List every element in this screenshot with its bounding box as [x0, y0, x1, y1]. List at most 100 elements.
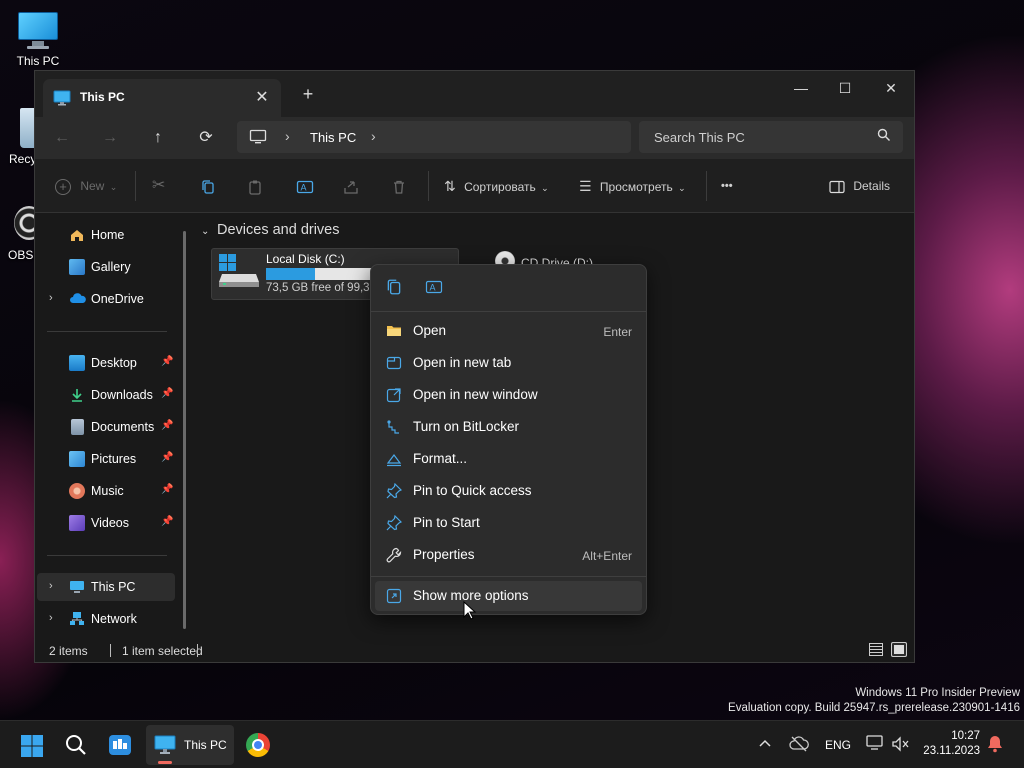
- pictures-icon: [69, 451, 85, 467]
- watermark-line-1: Windows 11 Pro Insider Preview: [855, 687, 1020, 699]
- chevron-up-icon[interactable]: [758, 735, 772, 751]
- tiles-view-icon[interactable]: [891, 642, 907, 657]
- sidebar-item-pictures[interactable]: Pictures 📌: [37, 445, 175, 473]
- clock[interactable]: 10:27 23.11.2023: [920, 729, 980, 759]
- notification-bell-icon[interactable]: [987, 735, 1003, 756]
- maximize-button[interactable]: ☐: [822, 73, 868, 103]
- context-menu: A Open Enter Open in new tab Open in new…: [370, 264, 647, 615]
- minimize-button[interactable]: —: [778, 73, 824, 103]
- command-bar: + New ⌄ ✂ A ⇅ Сортировать ⌄ ☰ Просмотрет: [35, 159, 914, 213]
- pin-icon: [386, 482, 403, 499]
- pin-icon[interactable]: 📌: [161, 452, 173, 463]
- menu-item-label: Open: [413, 323, 447, 338]
- monitor-icon: [154, 735, 176, 758]
- sidebar-item-desktop[interactable]: Desktop 📌: [37, 349, 175, 377]
- menu-item-open[interactable]: Open Enter: [375, 316, 642, 346]
- details-button[interactable]: Details: [829, 174, 893, 198]
- sidebar-scrollbar[interactable]: [183, 231, 186, 629]
- hard-drive-icon: [217, 252, 261, 290]
- home-icon: [69, 227, 85, 243]
- monitor-icon: [69, 579, 85, 595]
- menu-item-properties[interactable]: Properties Alt+Enter: [375, 540, 642, 570]
- copy-icon[interactable]: [385, 278, 405, 298]
- new-button[interactable]: + New ⌄: [55, 174, 119, 198]
- sort-button[interactable]: ⇅ Сортировать ⌄: [444, 174, 564, 198]
- forward-button[interactable]: →: [95, 124, 125, 152]
- refresh-button[interactable]: ⟳: [191, 124, 221, 152]
- chevron-right-icon[interactable]: ›: [49, 612, 59, 624]
- language-indicator[interactable]: ENG: [825, 738, 851, 752]
- sidebar-item-gallery[interactable]: Gallery: [37, 253, 175, 281]
- format-icon: [386, 451, 402, 467]
- chevron-right-icon[interactable]: ›: [49, 292, 59, 304]
- menu-item-label: Pin to Start: [413, 515, 480, 530]
- sidebar-item-this-pc[interactable]: › This PC: [37, 573, 175, 601]
- rename-button[interactable]: A: [296, 174, 316, 198]
- sidebar-item-videos[interactable]: Videos 📌: [37, 509, 175, 537]
- folder-icon: [386, 323, 402, 339]
- chevron-right-icon[interactable]: ›: [49, 580, 59, 592]
- paste-button[interactable]: [247, 174, 267, 198]
- desktop-icon-this-pc[interactable]: This PC: [6, 10, 70, 68]
- start-button[interactable]: [14, 725, 50, 765]
- menu-item-turn-on-bitlocker[interactable]: Turn on BitLocker: [375, 412, 642, 442]
- drive-name: Local Disk (C:): [266, 252, 345, 266]
- pin-icon[interactable]: 📌: [161, 516, 173, 527]
- windows-watermark: Windows 11 Pro Insider Preview Evaluatio…: [728, 686, 1020, 716]
- widgets-button[interactable]: [102, 725, 138, 765]
- tab-this-pc[interactable]: This PC ✕: [43, 79, 281, 117]
- sidebar-item-documents[interactable]: Documents 📌: [37, 413, 175, 441]
- plus-circle-icon: +: [55, 178, 71, 195]
- sidebar-item-label: Desktop: [91, 356, 137, 370]
- delete-button[interactable]: [391, 174, 411, 198]
- taskbar-app-label: This PC: [184, 738, 227, 752]
- sidebar-item-network[interactable]: › Network: [37, 605, 175, 633]
- cut-button[interactable]: ✂: [152, 174, 172, 198]
- breadcrumb-separator[interactable]: ›: [371, 128, 376, 144]
- copy-button[interactable]: [200, 174, 220, 198]
- volume-muted-icon[interactable]: [891, 736, 909, 755]
- menu-item-open-in-new-tab[interactable]: Open in new tab: [375, 348, 642, 378]
- view-button[interactable]: ☰ Просмотреть ⌄: [579, 174, 705, 198]
- details-view-icon[interactable]: [869, 643, 883, 656]
- sidebar-item-label: OneDrive: [91, 292, 144, 306]
- sidebar-item-onedrive[interactable]: › OneDrive: [37, 285, 175, 313]
- pin-icon[interactable]: 📌: [161, 420, 173, 431]
- sidebar-item-home[interactable]: Home: [37, 221, 175, 249]
- search-button[interactable]: [58, 725, 94, 765]
- menu-item-show-more-options[interactable]: Show more options: [375, 581, 642, 611]
- menu-item-pin-to-quick-access[interactable]: Pin to Quick access: [375, 476, 642, 506]
- new-tab-button[interactable]: +: [297, 83, 319, 105]
- cloud-offline-icon[interactable]: [789, 736, 809, 755]
- chevron-down-icon: ⌄: [541, 183, 549, 193]
- menu-item-open-in-new-window[interactable]: Open in new window: [375, 380, 642, 410]
- sidebar-item-label: Gallery: [91, 260, 131, 274]
- pin-icon[interactable]: 📌: [161, 388, 173, 399]
- search-input[interactable]: Search This PC: [639, 121, 903, 153]
- sidebar-item-music[interactable]: Music 📌: [37, 477, 175, 505]
- up-button[interactable]: ↑: [143, 124, 173, 152]
- navigation-pane: Home Gallery › OneDrive Desktop 📌 Downlo…: [35, 214, 193, 634]
- sort-icon: ⇅: [444, 178, 456, 194]
- taskbar-app-chrome[interactable]: [240, 725, 276, 765]
- network-status-icon[interactable]: [866, 735, 884, 754]
- share-button[interactable]: [343, 174, 363, 198]
- more-options-button[interactable]: •••: [721, 174, 741, 198]
- menu-item-pin-to-start[interactable]: Pin to Start: [375, 508, 642, 538]
- gallery-icon: [69, 259, 85, 275]
- pin-icon[interactable]: 📌: [161, 356, 173, 367]
- breadcrumb-this-pc[interactable]: This PC: [310, 130, 356, 145]
- close-window-button[interactable]: ✕: [868, 73, 914, 103]
- monitor-icon: [249, 129, 267, 145]
- menu-item-format[interactable]: Format...: [375, 444, 642, 474]
- sidebar-item-downloads[interactable]: Downloads 📌: [37, 381, 175, 409]
- taskbar-app-this-pc[interactable]: This PC: [146, 725, 234, 765]
- monitor-icon: [16, 10, 60, 50]
- pin-icon[interactable]: 📌: [161, 484, 173, 495]
- sidebar-divider: [47, 331, 167, 332]
- music-icon: [69, 483, 85, 499]
- back-button[interactable]: ←: [47, 124, 77, 152]
- close-tab-icon[interactable]: ✕: [251, 87, 273, 109]
- rename-icon[interactable]: A: [425, 278, 445, 298]
- address-bar[interactable]: › This PC ›: [237, 121, 631, 153]
